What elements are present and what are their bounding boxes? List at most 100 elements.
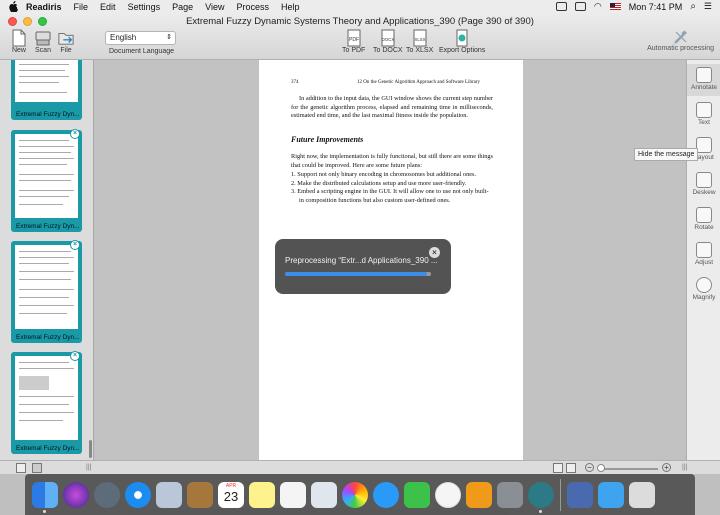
chevron-updown-icon: ⇕ [166,34,172,41]
remove-page-button[interactable]: × [70,351,80,361]
to-xlsx-button[interactable]: XLSX To XLSX [406,29,433,54]
readiris-icon[interactable] [528,481,554,513]
xlsx-export-icon: XLSX [413,29,427,47]
sidebar-toggle-button[interactable] [32,463,42,473]
adjust-label: Adjust [694,259,714,266]
zoom-slider-track[interactable] [598,468,658,470]
docx-badge: DOCX [382,37,395,42]
new-button[interactable]: New [11,29,27,54]
trash-icon[interactable] [629,481,655,508]
window-title: Extremal Fuzzy Dynamic Systems Theory an… [186,16,534,27]
new-label: New [11,47,26,54]
adjust-icon [696,242,712,258]
thumbnail-caption: Extremal Fuzzy Dyn... [16,445,80,452]
folder-open-icon [58,33,74,45]
menu-file[interactable]: File [74,2,89,12]
flag-icon[interactable] [609,3,621,10]
menu-edit[interactable]: Edit [100,2,116,12]
page-number: 374 [291,80,299,85]
language-value: English [110,33,137,42]
thumbnail-caption: Extremal Fuzzy Dyn... [16,334,80,341]
menu-help[interactable]: Help [281,2,300,12]
zoom-slider-knob[interactable] [597,464,605,472]
apple-icon[interactable] [8,1,18,12]
page-thumbnail[interactable]: × Extremal Fuzzy Dyn... [11,351,82,454]
image-capture-icon[interactable] [311,481,337,508]
downloads-folder-icon[interactable] [598,481,624,508]
thumbnail-caption: Extremal Fuzzy Dyn... [16,223,80,230]
menu-process[interactable]: Process [236,2,269,12]
launchpad-icon[interactable] [94,481,120,508]
network-icon[interactable] [567,481,593,508]
file-button[interactable]: File [58,29,74,54]
grid-view-button[interactable] [16,463,26,473]
page-thumbnail[interactable]: × Extremal Fuzzy Dyn... [11,240,82,343]
splitter-handle[interactable]: ||| [86,464,91,471]
splitter-handle[interactable]: ||| [682,464,687,471]
dock-separator [560,478,561,511]
deskew-tool[interactable]: Deskew [687,172,720,196]
to-docx-label: To DOCX [373,47,403,54]
export-options-button[interactable]: Export Options [439,29,485,54]
document-language-label: Document Language [109,48,174,55]
menu-app-name[interactable]: Readiris [26,2,62,12]
wifi-icon[interactable]: ◠ [594,1,602,12]
page-thumbnail[interactable]: × Extremal Fuzzy Dyn... [11,129,82,232]
photos-icon[interactable] [342,481,368,508]
thumbnail-page-image [15,134,78,218]
zoom-out-button[interactable]: − [585,463,594,472]
text-tool[interactable]: Text [687,102,720,126]
automatic-processing-button[interactable]: Automatic processing [647,29,714,52]
preview-icon[interactable] [156,481,182,508]
status-bar: ||| − + ||| [0,460,720,474]
safari-icon[interactable] [125,481,151,508]
scan-button[interactable]: Scan [35,29,51,54]
system-preferences-icon[interactable] [497,481,523,508]
to-pdf-button[interactable]: PDF To PDF [342,29,365,54]
calendar-icon[interactable]: APR 23 [218,481,244,508]
menu-page[interactable]: Page [172,2,193,12]
list-icon[interactable]: ☰ [704,1,712,12]
screen-mirror-icon[interactable] [555,2,567,11]
messages-icon[interactable] [373,481,399,508]
magic-wand-icon [673,30,687,44]
annotate-tool[interactable]: Annotate [687,64,720,96]
music-icon[interactable] [435,481,461,508]
thumbnail-page-image [15,245,78,329]
magnify-tool[interactable]: Magnify [687,277,720,301]
deskew-label: Deskew [692,189,716,196]
menu-settings[interactable]: Settings [128,2,161,12]
books-icon[interactable] [466,481,492,508]
page-thumbnail[interactable]: Extremal Fuzzy Dyn... [11,60,82,120]
menubar-clock[interactable]: Mon 7:41 PM [629,2,683,12]
list-item: 1. Support not only binary encoding in c… [291,171,477,178]
rotate-tool[interactable]: Rotate [687,207,720,231]
menu-view[interactable]: View [205,2,224,12]
facetime-icon[interactable] [404,481,430,508]
search-icon[interactable]: ⌕ [690,1,696,12]
adjust-tool[interactable]: Adjust [687,242,720,266]
pdf-badge: PDF [349,37,359,43]
right-tool-panel: Annotate Text Layout Deskew Rotate Adjus… [686,60,720,460]
dock: APR 23 [25,474,695,515]
finder-icon[interactable] [32,481,58,513]
page-thumbnail-sidebar[interactable]: Extremal Fuzzy Dyn... × Extremal Fuzzy D… [0,60,94,460]
remove-page-button[interactable]: × [70,129,80,139]
language-select[interactable]: English ⇕ [105,31,176,45]
to-pdf-label: To PDF [342,47,366,54]
notes-icon[interactable] [249,481,275,508]
reminders-icon[interactable] [280,481,306,508]
siri-icon[interactable] [63,481,89,508]
annotate-icon [696,67,712,83]
to-xlsx-label: To XLSX [406,47,434,54]
display-icon[interactable] [574,2,586,11]
remove-page-button[interactable]: × [70,240,80,250]
contacts-icon[interactable] [187,481,213,508]
magnify-icon [696,277,712,293]
to-docx-button[interactable]: DOCX To DOCX [373,29,403,54]
annotate-label: Annotate [690,84,718,91]
two-page-view-button[interactable] [566,463,576,473]
zoom-in-button[interactable]: + [662,463,671,472]
sidebar-scrollbar[interactable] [89,440,92,458]
single-page-view-button[interactable] [553,463,563,473]
